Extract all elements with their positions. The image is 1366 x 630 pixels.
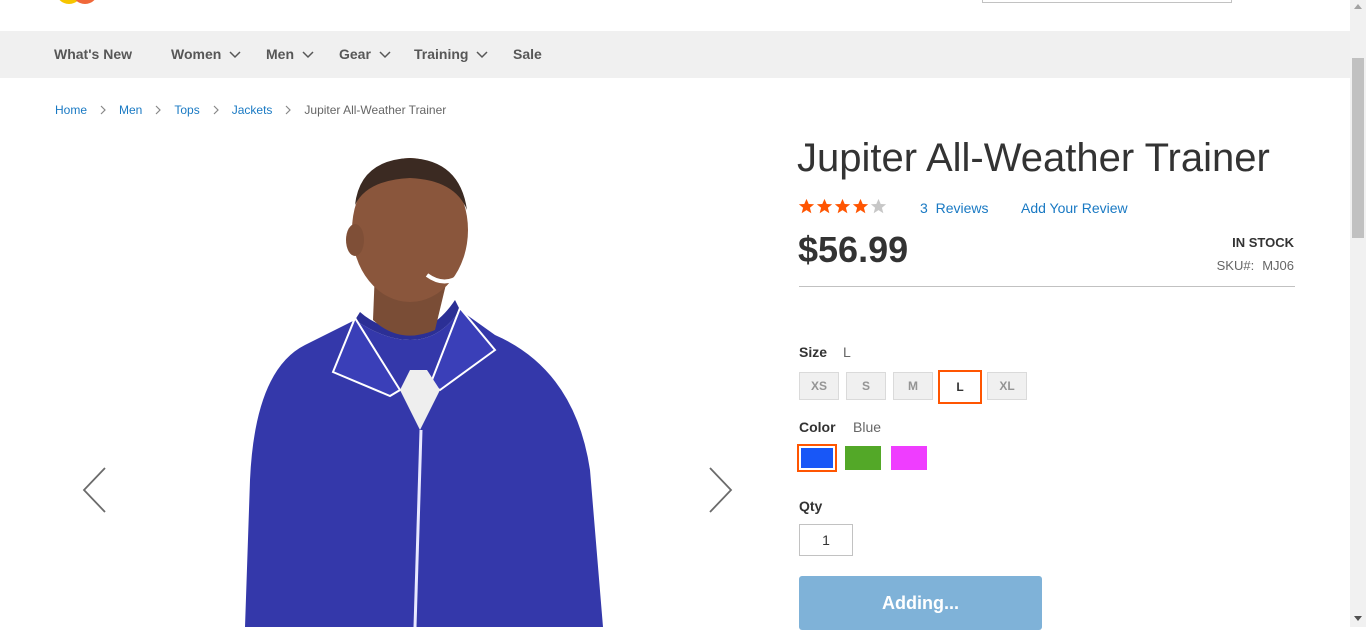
star-icon (852, 198, 869, 214)
product-gallery[interactable] (55, 140, 765, 627)
product-image (245, 158, 603, 627)
breadcrumb-link-tops[interactable]: Tops (174, 103, 199, 117)
breadcrumb: Home Men Tops Jackets Jupiter All-Weathe… (55, 103, 446, 117)
size-label: Size (799, 344, 828, 360)
chevron-right-icon (285, 105, 292, 115)
chevron-right-icon (709, 467, 733, 513)
main-navigation: What's New Women Men Gear Training Sale (0, 31, 1350, 78)
sku-value: MJ06 (1262, 258, 1294, 273)
store-logo[interactable] (56, 0, 102, 6)
color-swatch-purple[interactable] (891, 446, 927, 470)
size-selected-value: L (843, 344, 851, 360)
size-swatch-s[interactable]: S (846, 372, 886, 400)
size-swatch-xl[interactable]: XL (987, 372, 1027, 400)
divider (799, 286, 1295, 287)
product-title: Jupiter All-Weather Trainer (797, 136, 1270, 180)
sku-label: SKU#: (1216, 258, 1255, 273)
gallery-prev-button[interactable] (80, 465, 110, 515)
chevron-right-icon (100, 105, 106, 115)
scroll-down-icon[interactable] (1354, 616, 1362, 621)
breadcrumb-link-jackets[interactable]: Jackets (232, 103, 273, 117)
nav-item-label: Men (266, 46, 294, 62)
nav-item-women[interactable]: Women (171, 31, 241, 78)
chevron-right-icon (213, 105, 219, 115)
chevron-left-icon (82, 467, 106, 513)
breadcrumb-link-home[interactable]: Home (55, 103, 87, 117)
nav-item-men[interactable]: Men (266, 31, 314, 78)
star-empty-icon (870, 198, 887, 214)
color-selected-value: Blue (853, 419, 882, 435)
reviews-link[interactable]: 3 Reviews (920, 200, 988, 216)
product-sku: SKU#: MJ06 (1217, 258, 1294, 273)
chevron-down-icon (476, 50, 488, 58)
nav-item-label: What's New (54, 46, 133, 62)
stock-status: IN STOCK (1232, 235, 1294, 250)
chevron-right-icon (155, 105, 162, 115)
nav-item-whats-new[interactable]: What's New (54, 31, 132, 78)
nav-item-training[interactable]: Training (414, 31, 488, 78)
color-swatch-blue[interactable] (797, 444, 837, 472)
add-to-cart-button[interactable]: Adding... (799, 576, 1042, 630)
color-swatch-green[interactable] (845, 446, 881, 470)
nav-item-label: Training (414, 46, 469, 62)
scroll-up-icon[interactable] (1354, 4, 1362, 9)
rating-stars (798, 198, 887, 215)
star-icon (816, 198, 833, 214)
gallery-next-button[interactable] (705, 465, 735, 515)
chevron-down-icon (379, 50, 391, 58)
nav-item-sale[interactable]: Sale (513, 31, 542, 78)
size-swatch-m[interactable]: M (893, 372, 933, 400)
nav-item-label: Gear (339, 46, 371, 62)
size-swatch-l[interactable]: L (938, 370, 982, 404)
star-icon (798, 198, 815, 214)
add-review-link[interactable]: Add Your Review (1021, 200, 1128, 216)
color-label: Color (799, 419, 836, 435)
qty-label: Qty (799, 498, 823, 514)
chevron-down-icon (302, 50, 314, 58)
reviews-count: 3 (920, 200, 928, 216)
page-scrollbar[interactable] (1350, 0, 1366, 627)
nav-item-label: Women (171, 46, 222, 62)
product-price: $56.99 (798, 229, 909, 270)
star-icon (834, 198, 851, 214)
reviews-label: Reviews (935, 200, 989, 216)
scrollbar-thumb[interactable] (1352, 58, 1364, 238)
breadcrumb-link-men[interactable]: Men (119, 103, 142, 117)
nav-item-gear[interactable]: Gear (339, 31, 391, 78)
nav-item-label: Sale (513, 46, 542, 62)
size-swatch-xs[interactable]: XS (799, 372, 839, 400)
qty-input[interactable] (799, 524, 853, 556)
breadcrumb-current: Jupiter All-Weather Trainer (304, 103, 447, 117)
chevron-down-icon (229, 50, 241, 58)
search-input[interactable] (982, 0, 1232, 3)
